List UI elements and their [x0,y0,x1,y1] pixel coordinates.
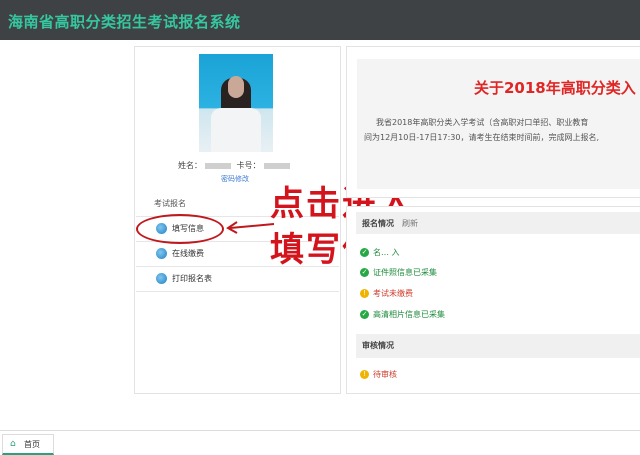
notice-line2: 间为12月10日-17日17:30，请考生在结束时间前，完成网上报名, [364,133,600,142]
status-payment: ! 考试未缴费 [360,288,413,299]
card-label: 卡号： [236,161,261,170]
tab-bar: ⌂ 首页 [0,430,640,455]
warning-icon: ! [360,289,369,298]
card-value-redacted [263,162,290,169]
notice-title: 关于2018年高职分类入 [474,79,636,97]
highlight-ellipse [136,214,224,244]
arrow-icon [226,221,275,234]
menu-divider [136,291,339,292]
registration-section-header: 报名情况 刷新 [356,212,640,234]
notice-line1: 我省2018年高职分类入学考试（含高职对口单招、职业教育 [376,118,589,127]
menu-item-label: 在线缴费 [172,249,204,258]
review-status: ! 待审核 [360,369,397,380]
name-label: 姓名： [178,161,202,170]
review-label: 审核情况 [362,341,394,350]
applicant-photo [199,54,273,152]
status-hd-photo: ✓ 高清相片信息已采集 [360,309,445,320]
status-id-photo: ✓ 证件照信息已采集 [360,267,437,278]
check-icon: ✓ [360,268,369,277]
tab-label: 首页 [24,440,40,449]
menu-item-label: 打印报名表 [172,274,212,283]
app-title: 海南省高职分类招生考试报名系统 [8,13,241,31]
check-icon: ✓ [360,310,369,319]
review-section-header: 审核情况 [356,334,640,358]
menu-heading: 考试报名 [154,199,186,208]
status-text: 考试未缴费 [373,289,413,298]
status-partial: ✓ 名… 入 [360,247,400,258]
top-bar: 海南省高职分类招生考试报名系统 [0,0,640,40]
status-text: 名… 入 [373,248,400,257]
tab-home[interactable]: ⌂ 首页 [2,434,54,455]
status-text: 待审核 [373,370,397,379]
status-panel [346,206,640,394]
registration-label: 报名情况 [362,219,394,228]
check-icon: ✓ [360,248,369,257]
home-icon: ⌂ [10,439,16,449]
change-password-link[interactable]: 密码修改 [221,174,249,184]
status-text: 证件照信息已采集 [373,268,437,277]
warning-icon: ! [360,370,369,379]
refresh-link[interactable]: 刷新 [402,218,418,229]
status-text: 高清相片信息已采集 [373,310,445,319]
name-value-redacted [205,162,231,169]
globe-icon [156,273,167,284]
applicant-info: 姓名： 卡号： [178,160,293,171]
globe-icon [156,248,167,259]
